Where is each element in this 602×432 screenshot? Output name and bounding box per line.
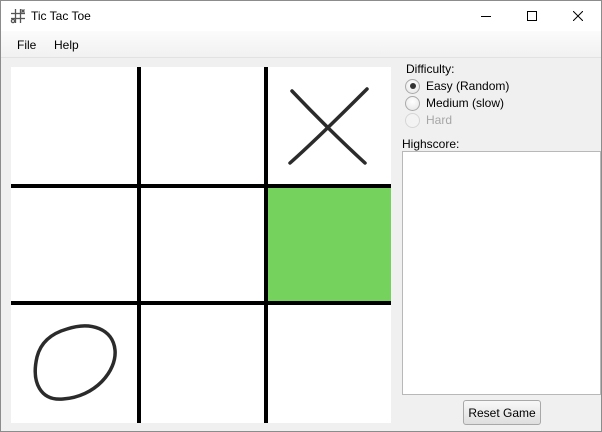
highscore-label: Highscore:: [402, 137, 460, 151]
close-button[interactable]: [555, 1, 601, 31]
board-cell-2-0[interactable]: [11, 304, 138, 423]
menu-bar: File Help: [1, 31, 601, 58]
board-cell-1-0[interactable]: [11, 186, 138, 303]
board-cell-2-2[interactable]: [266, 304, 391, 423]
difficulty-easy-label: Easy (Random): [426, 79, 510, 93]
menu-help[interactable]: Help: [54, 38, 79, 52]
menu-file[interactable]: File: [17, 38, 36, 52]
difficulty-medium-radio[interactable]: Medium (slow): [405, 95, 504, 111]
difficulty-hard-radio: Hard: [405, 112, 452, 128]
title-bar[interactable]: Tic Tac Toe: [1, 1, 601, 31]
board-cell-2-1[interactable]: [139, 304, 265, 423]
difficulty-hard-label: Hard: [426, 113, 453, 127]
highscore-list[interactable]: [402, 151, 601, 395]
difficulty-easy-radio[interactable]: Easy (Random): [405, 78, 509, 94]
radio-unchecked-icon: [405, 95, 420, 111]
board-cell-1-1[interactable]: [139, 186, 265, 303]
minimize-icon: [481, 16, 491, 17]
app-window: Tic Tac Toe File Help Difficulty: Easy (…: [0, 0, 602, 432]
game-board: [11, 67, 391, 423]
board-cell-1-2[interactable]: [266, 186, 391, 303]
board-cell-0-1[interactable]: [139, 67, 265, 185]
difficulty-medium-label: Medium (slow): [426, 96, 505, 110]
difficulty-label: Difficulty:: [406, 62, 455, 76]
radio-checked-icon: [405, 78, 420, 94]
maximize-icon: [527, 11, 537, 21]
tic-tac-toe-grid-icon: [10, 8, 26, 24]
maximize-button[interactable]: [509, 1, 555, 31]
window-title: Tic Tac Toe: [31, 9, 91, 23]
board-cell-0-0[interactable]: [11, 67, 138, 185]
minimize-button[interactable]: [463, 1, 509, 31]
close-icon: [573, 11, 583, 21]
reset-game-button[interactable]: Reset Game: [463, 400, 541, 425]
radio-disabled-icon: [405, 112, 420, 128]
side-panel: Difficulty: Easy (Random) Medium (slow) …: [393, 58, 601, 431]
